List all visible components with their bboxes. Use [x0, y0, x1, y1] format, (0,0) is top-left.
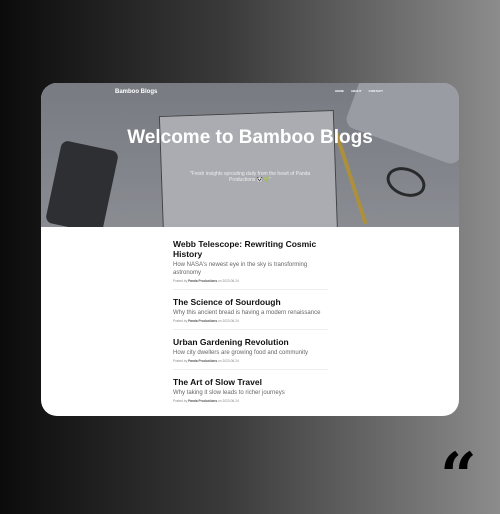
post-list: Webb Telescope: Rewriting Cosmic History…: [173, 239, 328, 416]
hero-title: Welcome to Bamboo Blogs: [127, 127, 373, 148]
post-subtitle: Why this ancient bread is having a moder…: [173, 310, 321, 316]
website-screenshot-card: Bamboo Blogs HOME ABOUT CONTACT Welcome …: [41, 83, 459, 416]
post-item[interactable]: The Art of Slow Travel Why taking it slo…: [173, 377, 328, 409]
hero-section: Bamboo Blogs HOME ABOUT CONTACT Welcome …: [41, 83, 459, 227]
post-subtitle: How city dwellers are growing food and c…: [173, 350, 309, 356]
nav-about[interactable]: ABOUT: [351, 89, 362, 93]
post-title[interactable]: The Art of Slow Travel: [173, 377, 328, 387]
post-title[interactable]: The Science of Sourdough: [173, 297, 328, 307]
post-meta: Posted by Panda Productions on 2023-06-2…: [173, 399, 239, 403]
post-meta: Posted by Panda Productions on 2023-06-2…: [173, 279, 239, 283]
post-title[interactable]: Urban Gardening Revolution: [173, 337, 328, 347]
post-meta: Posted by Panda Productions on 2023-06-2…: [173, 319, 239, 323]
hero-subtitle: "Fresh insights sprouting daily from the…: [189, 171, 311, 183]
post-meta: Posted by Panda Productions on 2023-06-2…: [173, 359, 239, 363]
nav-contact[interactable]: CONTACT: [369, 89, 383, 93]
quote-icon: “: [440, 439, 477, 514]
post-subtitle: How NASA's newest eye in the sky is tran…: [173, 262, 308, 276]
nav-home[interactable]: HOME: [335, 89, 344, 93]
post-item[interactable]: Urban Gardening Revolution How city dwel…: [173, 337, 328, 370]
nav-menu: HOME ABOUT CONTACT: [335, 89, 383, 93]
post-title[interactable]: Webb Telescope: Rewriting Cosmic History: [173, 239, 328, 259]
post-item[interactable]: Webb Telescope: Rewriting Cosmic History…: [173, 239, 328, 290]
brand-logo[interactable]: Bamboo Blogs: [115, 89, 157, 95]
post-item[interactable]: The Science of Sourdough Why this ancien…: [173, 297, 328, 330]
post-subtitle: Why taking it slow leads to richer journ…: [173, 390, 285, 396]
